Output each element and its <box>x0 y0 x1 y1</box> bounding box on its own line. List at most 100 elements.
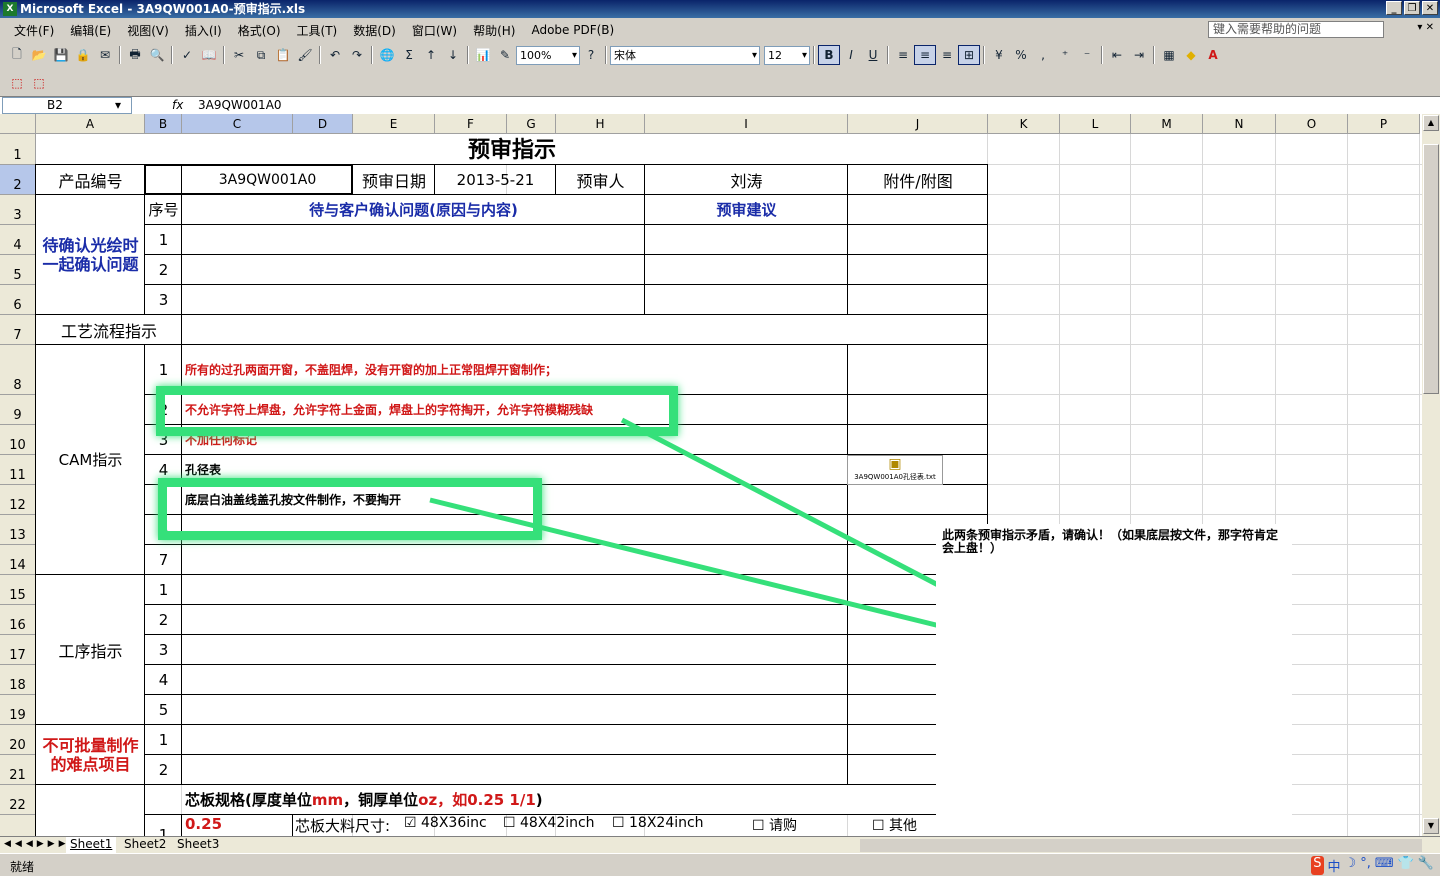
fx-icon[interactable]: fx <box>172 98 183 112</box>
confirm-section-label[interactable]: 待确认光绘时一起确认问题 <box>39 195 142 314</box>
autosum-icon[interactable]: Σ <box>398 45 420 65</box>
borders-icon[interactable]: ▦ <box>1158 45 1180 65</box>
col-header-J[interactable]: J <box>848 114 988 134</box>
print-preview-icon[interactable]: 🔍 <box>146 45 168 65</box>
cut-icon[interactable]: ✂ <box>228 45 250 65</box>
italic-button[interactable]: I <box>840 45 862 65</box>
row-header-17[interactable]: 17 <box>0 635 36 665</box>
col-header-H[interactable]: H <box>556 114 645 134</box>
pdf-email-icon[interactable]: ⬚ <box>28 73 50 93</box>
row-header-23[interactable]: 23 <box>0 815 36 836</box>
scroll-up-icon[interactable]: ▲ <box>1423 115 1439 131</box>
increase-decimal-icon[interactable]: ⁺ <box>1054 45 1076 65</box>
help-icon[interactable]: ? <box>580 45 602 65</box>
row-header-4[interactable]: 4 <box>0 225 36 255</box>
menu-format[interactable]: 格式(O) <box>230 22 289 39</box>
print-icon[interactable]: 🖶 <box>124 45 146 65</box>
underline-button[interactable]: U <box>862 45 884 65</box>
col-header-A[interactable]: A <box>36 114 145 134</box>
procedure-label[interactable]: 工序指示 <box>39 575 142 724</box>
drawing-icon[interactable]: ✎ <box>494 45 516 65</box>
align-left-icon[interactable]: ≡ <box>892 45 914 65</box>
reviewer-label[interactable]: 预审人 <box>559 165 642 194</box>
menu-window-controls[interactable]: ▾ ✕ <box>1417 22 1434 33</box>
col-header-G[interactable]: G <box>507 114 556 134</box>
col-header-K[interactable]: K <box>988 114 1060 134</box>
cam-item-7[interactable] <box>185 545 845 574</box>
merge-center-icon[interactable]: ⊞ <box>958 45 980 65</box>
align-right-icon[interactable]: ≡ <box>936 45 958 65</box>
font-size-select[interactable]: 12 <box>764 45 810 65</box>
menu-view[interactable]: 视图(V) <box>119 22 177 39</box>
new-icon[interactable]: 🗋 <box>6 45 28 65</box>
col-header-E[interactable]: E <box>353 114 435 134</box>
vertical-scrollbar[interactable]: ▲ ▼ <box>1422 114 1440 836</box>
process-label[interactable]: 工艺流程指示 <box>39 315 179 344</box>
tab-sheet2[interactable]: Sheet2 <box>120 837 170 853</box>
name-box[interactable]: B2 <box>2 97 132 114</box>
decrease-indent-icon[interactable]: ⇤ <box>1106 45 1128 65</box>
core-thickness[interactable]: 0.25 <box>185 815 285 836</box>
attach-label[interactable]: 附件/附图 <box>851 165 985 194</box>
comma-button[interactable]: , <box>1032 45 1054 65</box>
save-icon[interactable]: 💾 <box>50 45 72 65</box>
fill-color-icon[interactable]: ◆ <box>1180 45 1202 65</box>
row-header-19[interactable]: 19 <box>0 695 36 725</box>
ime-moon-icon[interactable]: ☽ <box>1345 856 1357 875</box>
row-header-11[interactable]: 11 <box>0 455 36 485</box>
embedded-object-icon[interactable]: ▣ 3A9QW001A0孔径表.txt <box>847 455 943 485</box>
permission-icon[interactable]: 🔒 <box>72 45 94 65</box>
sort-descending-icon[interactable]: ↓ <box>442 45 464 65</box>
ime-settings-icon[interactable]: 🔧 <box>1418 856 1434 875</box>
menu-tools[interactable]: 工具(T) <box>289 22 346 39</box>
col-header-D[interactable]: D <box>293 114 353 134</box>
ime-keyboard-icon[interactable]: ⌨ <box>1375 856 1394 875</box>
menu-data[interactable]: 数据(D) <box>345 22 404 39</box>
row-header-16[interactable]: 16 <box>0 605 36 635</box>
increase-indent-icon[interactable]: ⇥ <box>1128 45 1150 65</box>
seq-label[interactable]: 序号 <box>148 195 179 224</box>
copy-icon[interactable]: ⧉ <box>250 45 272 65</box>
font-color-icon[interactable]: A <box>1202 45 1224 65</box>
row-header-18[interactable]: 18 <box>0 665 36 695</box>
col-header-P[interactable]: P <box>1348 114 1420 134</box>
close-button[interactable]: ✕ <box>1422 1 1438 15</box>
row-header-8[interactable]: 8 <box>0 345 36 395</box>
research-icon[interactable]: 📖 <box>198 45 220 65</box>
redo-icon[interactable]: ↷ <box>346 45 368 65</box>
minimize-button[interactable]: _ <box>1386 1 1402 15</box>
menu-insert[interactable]: 插入(I) <box>177 22 230 39</box>
col-header-M[interactable]: M <box>1131 114 1203 134</box>
col-header-L[interactable]: L <box>1060 114 1131 134</box>
sogou-icon[interactable]: S <box>1311 856 1324 875</box>
row-header-7[interactable]: 7 <box>0 315 36 345</box>
open-icon[interactable]: 📂 <box>28 45 50 65</box>
row-header-10[interactable]: 10 <box>0 425 36 455</box>
restore-button[interactable]: ❐ <box>1404 1 1420 15</box>
bold-button[interactable]: B <box>818 45 840 65</box>
col-header-O[interactable]: O <box>1276 114 1348 134</box>
format-painter-icon[interactable]: 🖌 <box>294 45 316 65</box>
decrease-decimal-icon[interactable]: ⁻ <box>1076 45 1098 65</box>
spreadsheet-grid[interactable]: A B C D E F G H I J K L M N O P 1 2 3 4 5 6 7 8 9 10 11 12 13 14 15 16 1… <box>0 114 1422 836</box>
row-header-13[interactable]: 13 <box>0 515 36 545</box>
sort-ascending-icon[interactable]: ↑ <box>420 45 442 65</box>
paste-icon[interactable]: 📋 <box>272 45 294 65</box>
size-option-checkbox[interactable]: ☐ 请购 <box>752 815 872 836</box>
col-header-B[interactable]: B <box>145 114 182 134</box>
col-header-I[interactable]: I <box>645 114 848 134</box>
row-header-22[interactable]: 22 <box>0 785 36 815</box>
menu-file[interactable]: 文件(F) <box>6 22 62 39</box>
review-comment[interactable]: 此两条预审指示矛盾，请确认！（如果底层按文件，那字符肯定会上盘！） <box>936 524 1292 836</box>
col-header-N[interactable]: N <box>1203 114 1276 134</box>
spelling-icon[interactable]: ✓ <box>176 45 198 65</box>
undo-icon[interactable]: ↶ <box>324 45 346 65</box>
row-header-1[interactable]: 1 <box>0 134 36 165</box>
hyperlink-icon[interactable]: 🌐 <box>376 45 398 65</box>
scroll-down-icon[interactable]: ▼ <box>1423 818 1439 834</box>
zoom-select[interactable]: 100% <box>516 45 580 65</box>
ime-skin-icon[interactable]: 👕 <box>1398 856 1414 875</box>
reviewer-value[interactable]: 刘涛 <box>648 165 845 194</box>
difficult-label[interactable]: 不可批量制作的难点项目 <box>39 725 142 784</box>
formula-input[interactable]: 3A9QW001A0 <box>198 98 282 112</box>
